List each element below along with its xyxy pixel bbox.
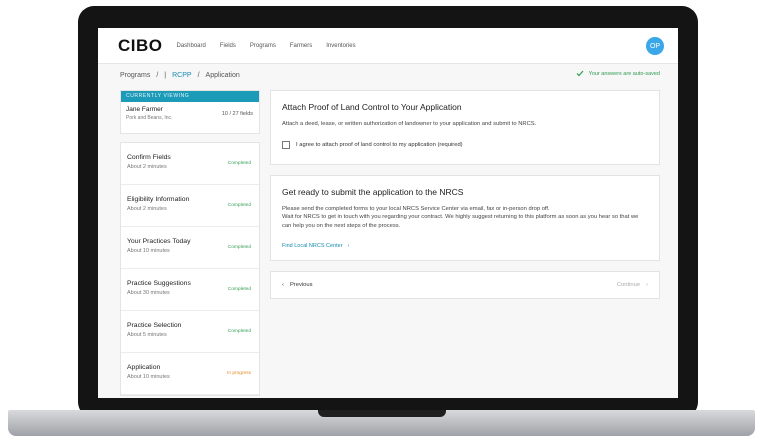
breadcrumb-separator: / — [156, 71, 159, 79]
step-status-badge: Completed — [227, 203, 251, 208]
step-title: Practice Selection — [127, 322, 182, 329]
continue-button[interactable]: Continue › — [617, 282, 648, 288]
pager-card: ‹ Previous Continue › — [270, 271, 660, 299]
breadcrumb-application: Application — [205, 71, 240, 79]
top-navbar: CIBO Dashboard Fields Programs Farmers I… — [98, 28, 678, 64]
step-practice-suggestions[interactable]: Practice Suggestions About 30 minutes Co… — [121, 269, 259, 311]
step-status-badge: Completed — [227, 245, 251, 250]
sidebar: CURRENTLY VIEWING Jane Farmer Pork and B… — [120, 90, 260, 398]
instruction-line: Wait for NRCS to get in touch with you r… — [282, 214, 639, 229]
step-title: Confirm Fields — [127, 154, 171, 161]
breadcrumb-separator: / — [197, 71, 200, 79]
step-eligibility-information[interactable]: Eligibility Information About 2 minutes … — [121, 185, 259, 227]
nav-inventories[interactable]: Inventories — [326, 43, 355, 49]
checkmark-icon — [576, 70, 584, 77]
breadcrumb-pipe: | — [164, 71, 167, 79]
previous-label[interactable]: Previous — [290, 282, 313, 288]
step-title: Practice Suggestions — [127, 280, 191, 287]
step-application[interactable]: Application About 10 minutes In progress — [121, 353, 259, 395]
breadcrumb: Programs / | RCPP / Application — [120, 72, 246, 79]
chevron-left-icon: ‹ — [282, 282, 284, 288]
currently-viewing-card: CURRENTLY VIEWING Jane Farmer Pork and B… — [120, 90, 260, 134]
breadcrumb-programs[interactable]: Programs — [120, 72, 150, 79]
laptop-notch — [318, 410, 446, 417]
autosave-text: Your answers are auto-saved — [588, 70, 660, 77]
cibo-logo[interactable]: CIBO — [118, 36, 163, 56]
find-nrcs-center-label[interactable]: Find Local NRCS Center — [282, 243, 343, 249]
step-status-badge: Completed — [227, 329, 251, 334]
main-content: Attach Proof of Land Control to Your App… — [270, 90, 660, 309]
autosave-status: Your answers are auto-saved — [576, 70, 660, 77]
breadcrumb-rcpp[interactable]: RCPP — [172, 72, 191, 79]
steps-list: Confirm Fields About 2 minutes Completed… — [120, 142, 260, 396]
submit-to-nrcs-card: Get ready to submit the application to t… — [270, 174, 660, 261]
card-title: Get ready to submit the application to t… — [282, 186, 464, 197]
step-your-practices-today[interactable]: Your Practices Today About 10 minutes Co… — [121, 227, 259, 269]
card-title: Attach Proof of Land Control to Your App… — [282, 102, 462, 112]
currently-viewing-header: CURRENTLY VIEWING — [121, 91, 259, 102]
find-nrcs-center-link[interactable]: Find Local NRCS Center › — [282, 243, 648, 249]
currently-viewing-body: Jane Farmer Pork and Beans, Inc. 10 / 27… — [121, 102, 259, 125]
step-status-badge: In progress — [227, 371, 251, 376]
instruction-line: Please send the completed forms to your … — [282, 205, 550, 212]
card-description: Attach a deed, lease, or written authori… — [282, 121, 537, 127]
agree-checkbox[interactable] — [282, 140, 290, 149]
step-title: Your Practices Today — [127, 238, 191, 245]
continue-label[interactable]: Continue — [617, 282, 640, 288]
step-practice-selection[interactable]: Practice Selection About 5 minutes Compl… — [121, 311, 259, 353]
step-status-badge: Completed — [227, 287, 251, 292]
previous-button[interactable]: ‹ Previous — [282, 282, 313, 288]
fields-count: 10 / 27 fields — [221, 111, 253, 117]
step-title: Application — [127, 364, 161, 371]
nav-programs[interactable]: Programs — [250, 43, 276, 49]
breadcrumb-bar: Programs / | RCPP / Application Your ans… — [98, 65, 678, 85]
step-status-badge: Completed — [227, 161, 251, 166]
agree-checkbox-row[interactable]: I agree to attach proof of land control … — [282, 140, 648, 149]
chevron-right-icon: › — [347, 243, 350, 249]
main-nav: Dashboard Fields Programs Farmers Invent… — [177, 43, 370, 49]
nav-dashboard[interactable]: Dashboard — [177, 43, 206, 49]
app-screen: CIBO Dashboard Fields Programs Farmers I… — [98, 28, 678, 398]
step-title: Eligibility Information — [127, 196, 190, 203]
nav-fields[interactable]: Fields — [220, 43, 236, 49]
step-confirm-fields[interactable]: Confirm Fields About 2 minutes Completed — [121, 143, 259, 185]
agree-checkbox-label[interactable]: I agree to attach proof of land control … — [296, 142, 463, 148]
chevron-right-icon: › — [646, 282, 648, 288]
user-avatar[interactable]: OP — [646, 37, 664, 55]
nav-farmers[interactable]: Farmers — [290, 43, 312, 49]
proof-of-land-control-card: Attach Proof of Land Control to Your App… — [270, 90, 660, 165]
laptop-mockup: CIBO Dashboard Fields Programs Farmers I… — [0, 0, 763, 441]
